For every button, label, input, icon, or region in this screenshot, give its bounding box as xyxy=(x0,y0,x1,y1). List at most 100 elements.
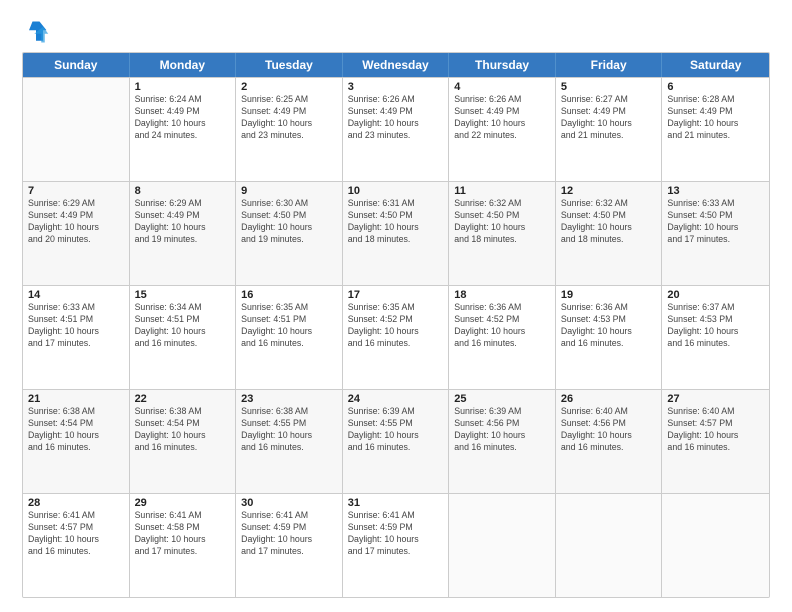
day-number: 23 xyxy=(241,393,337,405)
header xyxy=(22,18,770,46)
day-info: Sunrise: 6:27 AM Sunset: 4:49 PM Dayligh… xyxy=(561,94,657,142)
logo-icon xyxy=(22,18,50,46)
day-number: 31 xyxy=(348,497,444,509)
calendar-cell: 27Sunrise: 6:40 AM Sunset: 4:57 PM Dayli… xyxy=(662,390,769,493)
day-info: Sunrise: 6:26 AM Sunset: 4:49 PM Dayligh… xyxy=(454,94,550,142)
day-number: 2 xyxy=(241,81,337,93)
day-info: Sunrise: 6:28 AM Sunset: 4:49 PM Dayligh… xyxy=(667,94,764,142)
calendar-cell: 19Sunrise: 6:36 AM Sunset: 4:53 PM Dayli… xyxy=(556,286,663,389)
calendar-header-tuesday: Tuesday xyxy=(236,53,343,77)
day-info: Sunrise: 6:39 AM Sunset: 4:56 PM Dayligh… xyxy=(454,406,550,454)
day-info: Sunrise: 6:35 AM Sunset: 4:52 PM Dayligh… xyxy=(348,302,444,350)
calendar-cell: 30Sunrise: 6:41 AM Sunset: 4:59 PM Dayli… xyxy=(236,494,343,597)
day-number: 1 xyxy=(135,81,231,93)
day-number: 8 xyxy=(135,185,231,197)
calendar-cell: 31Sunrise: 6:41 AM Sunset: 4:59 PM Dayli… xyxy=(343,494,450,597)
day-number: 6 xyxy=(667,81,764,93)
day-number: 4 xyxy=(454,81,550,93)
calendar-cell: 4Sunrise: 6:26 AM Sunset: 4:49 PM Daylig… xyxy=(449,78,556,181)
day-number: 27 xyxy=(667,393,764,405)
calendar-cell: 20Sunrise: 6:37 AM Sunset: 4:53 PM Dayli… xyxy=(662,286,769,389)
day-info: Sunrise: 6:32 AM Sunset: 4:50 PM Dayligh… xyxy=(561,198,657,246)
day-number: 7 xyxy=(28,185,124,197)
day-number: 28 xyxy=(28,497,124,509)
day-info: Sunrise: 6:26 AM Sunset: 4:49 PM Dayligh… xyxy=(348,94,444,142)
calendar-cell: 25Sunrise: 6:39 AM Sunset: 4:56 PM Dayli… xyxy=(449,390,556,493)
day-info: Sunrise: 6:29 AM Sunset: 4:49 PM Dayligh… xyxy=(28,198,124,246)
calendar-header-row: SundayMondayTuesdayWednesdayThursdayFrid… xyxy=(23,53,769,77)
calendar-row-5: 28Sunrise: 6:41 AM Sunset: 4:57 PM Dayli… xyxy=(23,493,769,597)
calendar-cell: 5Sunrise: 6:27 AM Sunset: 4:49 PM Daylig… xyxy=(556,78,663,181)
day-number: 29 xyxy=(135,497,231,509)
day-number: 9 xyxy=(241,185,337,197)
day-number: 14 xyxy=(28,289,124,301)
calendar-row-1: 1Sunrise: 6:24 AM Sunset: 4:49 PM Daylig… xyxy=(23,77,769,181)
calendar-cell xyxy=(449,494,556,597)
day-info: Sunrise: 6:30 AM Sunset: 4:50 PM Dayligh… xyxy=(241,198,337,246)
day-info: Sunrise: 6:34 AM Sunset: 4:51 PM Dayligh… xyxy=(135,302,231,350)
calendar-cell: 1Sunrise: 6:24 AM Sunset: 4:49 PM Daylig… xyxy=(130,78,237,181)
calendar-cell: 12Sunrise: 6:32 AM Sunset: 4:50 PM Dayli… xyxy=(556,182,663,285)
calendar-cell xyxy=(556,494,663,597)
day-info: Sunrise: 6:24 AM Sunset: 4:49 PM Dayligh… xyxy=(135,94,231,142)
day-info: Sunrise: 6:40 AM Sunset: 4:57 PM Dayligh… xyxy=(667,406,764,454)
calendar-cell: 8Sunrise: 6:29 AM Sunset: 4:49 PM Daylig… xyxy=(130,182,237,285)
day-info: Sunrise: 6:31 AM Sunset: 4:50 PM Dayligh… xyxy=(348,198,444,246)
calendar-cell: 9Sunrise: 6:30 AM Sunset: 4:50 PM Daylig… xyxy=(236,182,343,285)
day-number: 16 xyxy=(241,289,337,301)
calendar-header-sunday: Sunday xyxy=(23,53,130,77)
day-info: Sunrise: 6:38 AM Sunset: 4:54 PM Dayligh… xyxy=(135,406,231,454)
day-info: Sunrise: 6:29 AM Sunset: 4:49 PM Dayligh… xyxy=(135,198,231,246)
calendar-cell: 14Sunrise: 6:33 AM Sunset: 4:51 PM Dayli… xyxy=(23,286,130,389)
calendar-cell: 28Sunrise: 6:41 AM Sunset: 4:57 PM Dayli… xyxy=(23,494,130,597)
calendar-cell: 22Sunrise: 6:38 AM Sunset: 4:54 PM Dayli… xyxy=(130,390,237,493)
calendar-header-saturday: Saturday xyxy=(662,53,769,77)
calendar-row-3: 14Sunrise: 6:33 AM Sunset: 4:51 PM Dayli… xyxy=(23,285,769,389)
calendar-cell: 7Sunrise: 6:29 AM Sunset: 4:49 PM Daylig… xyxy=(23,182,130,285)
day-number: 21 xyxy=(28,393,124,405)
calendar-header-thursday: Thursday xyxy=(449,53,556,77)
day-number: 20 xyxy=(667,289,764,301)
calendar: SundayMondayTuesdayWednesdayThursdayFrid… xyxy=(22,52,770,598)
calendar-cell xyxy=(23,78,130,181)
day-info: Sunrise: 6:33 AM Sunset: 4:50 PM Dayligh… xyxy=(667,198,764,246)
day-info: Sunrise: 6:38 AM Sunset: 4:54 PM Dayligh… xyxy=(28,406,124,454)
calendar-cell: 23Sunrise: 6:38 AM Sunset: 4:55 PM Dayli… xyxy=(236,390,343,493)
day-number: 24 xyxy=(348,393,444,405)
calendar-cell: 15Sunrise: 6:34 AM Sunset: 4:51 PM Dayli… xyxy=(130,286,237,389)
day-number: 5 xyxy=(561,81,657,93)
day-number: 25 xyxy=(454,393,550,405)
day-number: 30 xyxy=(241,497,337,509)
calendar-cell: 17Sunrise: 6:35 AM Sunset: 4:52 PM Dayli… xyxy=(343,286,450,389)
day-number: 15 xyxy=(135,289,231,301)
calendar-cell xyxy=(662,494,769,597)
day-number: 10 xyxy=(348,185,444,197)
day-number: 22 xyxy=(135,393,231,405)
day-info: Sunrise: 6:35 AM Sunset: 4:51 PM Dayligh… xyxy=(241,302,337,350)
calendar-cell: 16Sunrise: 6:35 AM Sunset: 4:51 PM Dayli… xyxy=(236,286,343,389)
calendar-header-wednesday: Wednesday xyxy=(343,53,450,77)
day-info: Sunrise: 6:41 AM Sunset: 4:59 PM Dayligh… xyxy=(241,510,337,558)
day-info: Sunrise: 6:32 AM Sunset: 4:50 PM Dayligh… xyxy=(454,198,550,246)
calendar-cell: 29Sunrise: 6:41 AM Sunset: 4:58 PM Dayli… xyxy=(130,494,237,597)
day-number: 19 xyxy=(561,289,657,301)
calendar-cell: 26Sunrise: 6:40 AM Sunset: 4:56 PM Dayli… xyxy=(556,390,663,493)
day-number: 11 xyxy=(454,185,550,197)
logo xyxy=(22,18,54,46)
day-number: 12 xyxy=(561,185,657,197)
day-info: Sunrise: 6:40 AM Sunset: 4:56 PM Dayligh… xyxy=(561,406,657,454)
calendar-cell: 6Sunrise: 6:28 AM Sunset: 4:49 PM Daylig… xyxy=(662,78,769,181)
calendar-cell: 2Sunrise: 6:25 AM Sunset: 4:49 PM Daylig… xyxy=(236,78,343,181)
day-info: Sunrise: 6:36 AM Sunset: 4:52 PM Dayligh… xyxy=(454,302,550,350)
day-info: Sunrise: 6:36 AM Sunset: 4:53 PM Dayligh… xyxy=(561,302,657,350)
day-info: Sunrise: 6:41 AM Sunset: 4:57 PM Dayligh… xyxy=(28,510,124,558)
day-info: Sunrise: 6:37 AM Sunset: 4:53 PM Dayligh… xyxy=(667,302,764,350)
calendar-cell: 18Sunrise: 6:36 AM Sunset: 4:52 PM Dayli… xyxy=(449,286,556,389)
calendar-row-4: 21Sunrise: 6:38 AM Sunset: 4:54 PM Dayli… xyxy=(23,389,769,493)
calendar-cell: 3Sunrise: 6:26 AM Sunset: 4:49 PM Daylig… xyxy=(343,78,450,181)
calendar-body: 1Sunrise: 6:24 AM Sunset: 4:49 PM Daylig… xyxy=(23,77,769,597)
day-number: 17 xyxy=(348,289,444,301)
day-info: Sunrise: 6:39 AM Sunset: 4:55 PM Dayligh… xyxy=(348,406,444,454)
day-info: Sunrise: 6:38 AM Sunset: 4:55 PM Dayligh… xyxy=(241,406,337,454)
day-info: Sunrise: 6:41 AM Sunset: 4:59 PM Dayligh… xyxy=(348,510,444,558)
